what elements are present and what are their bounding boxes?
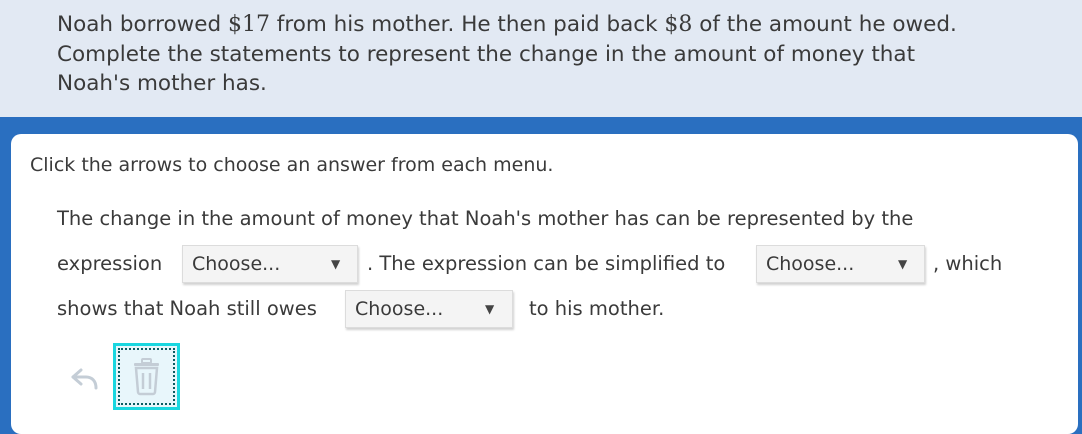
dropdown-value: Choose... — [355, 298, 444, 320]
undo-arrow-icon — [71, 368, 98, 390]
statement-end-label: to his mother. — [529, 297, 665, 320]
question-line-3: Noah's mother has. — [57, 71, 267, 96]
statement-simplified-label: . The expression can be simplified to — [367, 252, 726, 275]
statement-which-label: , which — [933, 252, 1003, 275]
chevron-down-icon: ▼ — [898, 257, 908, 271]
simplified-dropdown[interactable]: Choose... ▼ — [756, 245, 925, 283]
question-line-1: Noah borrowed $17 from his mother. He th… — [57, 10, 1025, 40]
trash-icon — [134, 358, 159, 396]
statement-line-1: The change in the amount of money that N… — [57, 207, 914, 230]
statement-owes-label: shows that Noah still owes — [57, 297, 317, 320]
paid-back-amount: $8 — [664, 12, 693, 37]
question-text: of the amount he owed. — [692, 12, 957, 37]
dropdown-value: Choose... — [766, 253, 855, 275]
instruction-text: Click the arrows to choose an answer fro… — [30, 154, 554, 176]
question-text: from his mother. He then paid back — [269, 12, 665, 37]
undo-button[interactable] — [70, 365, 100, 393]
expression-dropdown[interactable]: Choose... ▼ — [182, 245, 358, 283]
borrowed-amount: $17 — [227, 12, 270, 37]
question-line-2: Complete the statements to represent the… — [57, 41, 916, 67]
question-panel: Noah borrowed $17 from his mother. He th… — [0, 0, 1082, 117]
chevron-down-icon: ▼ — [485, 302, 495, 316]
dropdown-value: Choose... — [192, 253, 281, 275]
owes-dropdown[interactable]: Choose... ▼ — [345, 290, 513, 328]
question-text: Noah borrowed — [57, 12, 228, 37]
statement-expression-label: expression — [57, 252, 163, 275]
delete-button[interactable] — [113, 343, 180, 410]
chevron-down-icon: ▼ — [331, 257, 341, 271]
